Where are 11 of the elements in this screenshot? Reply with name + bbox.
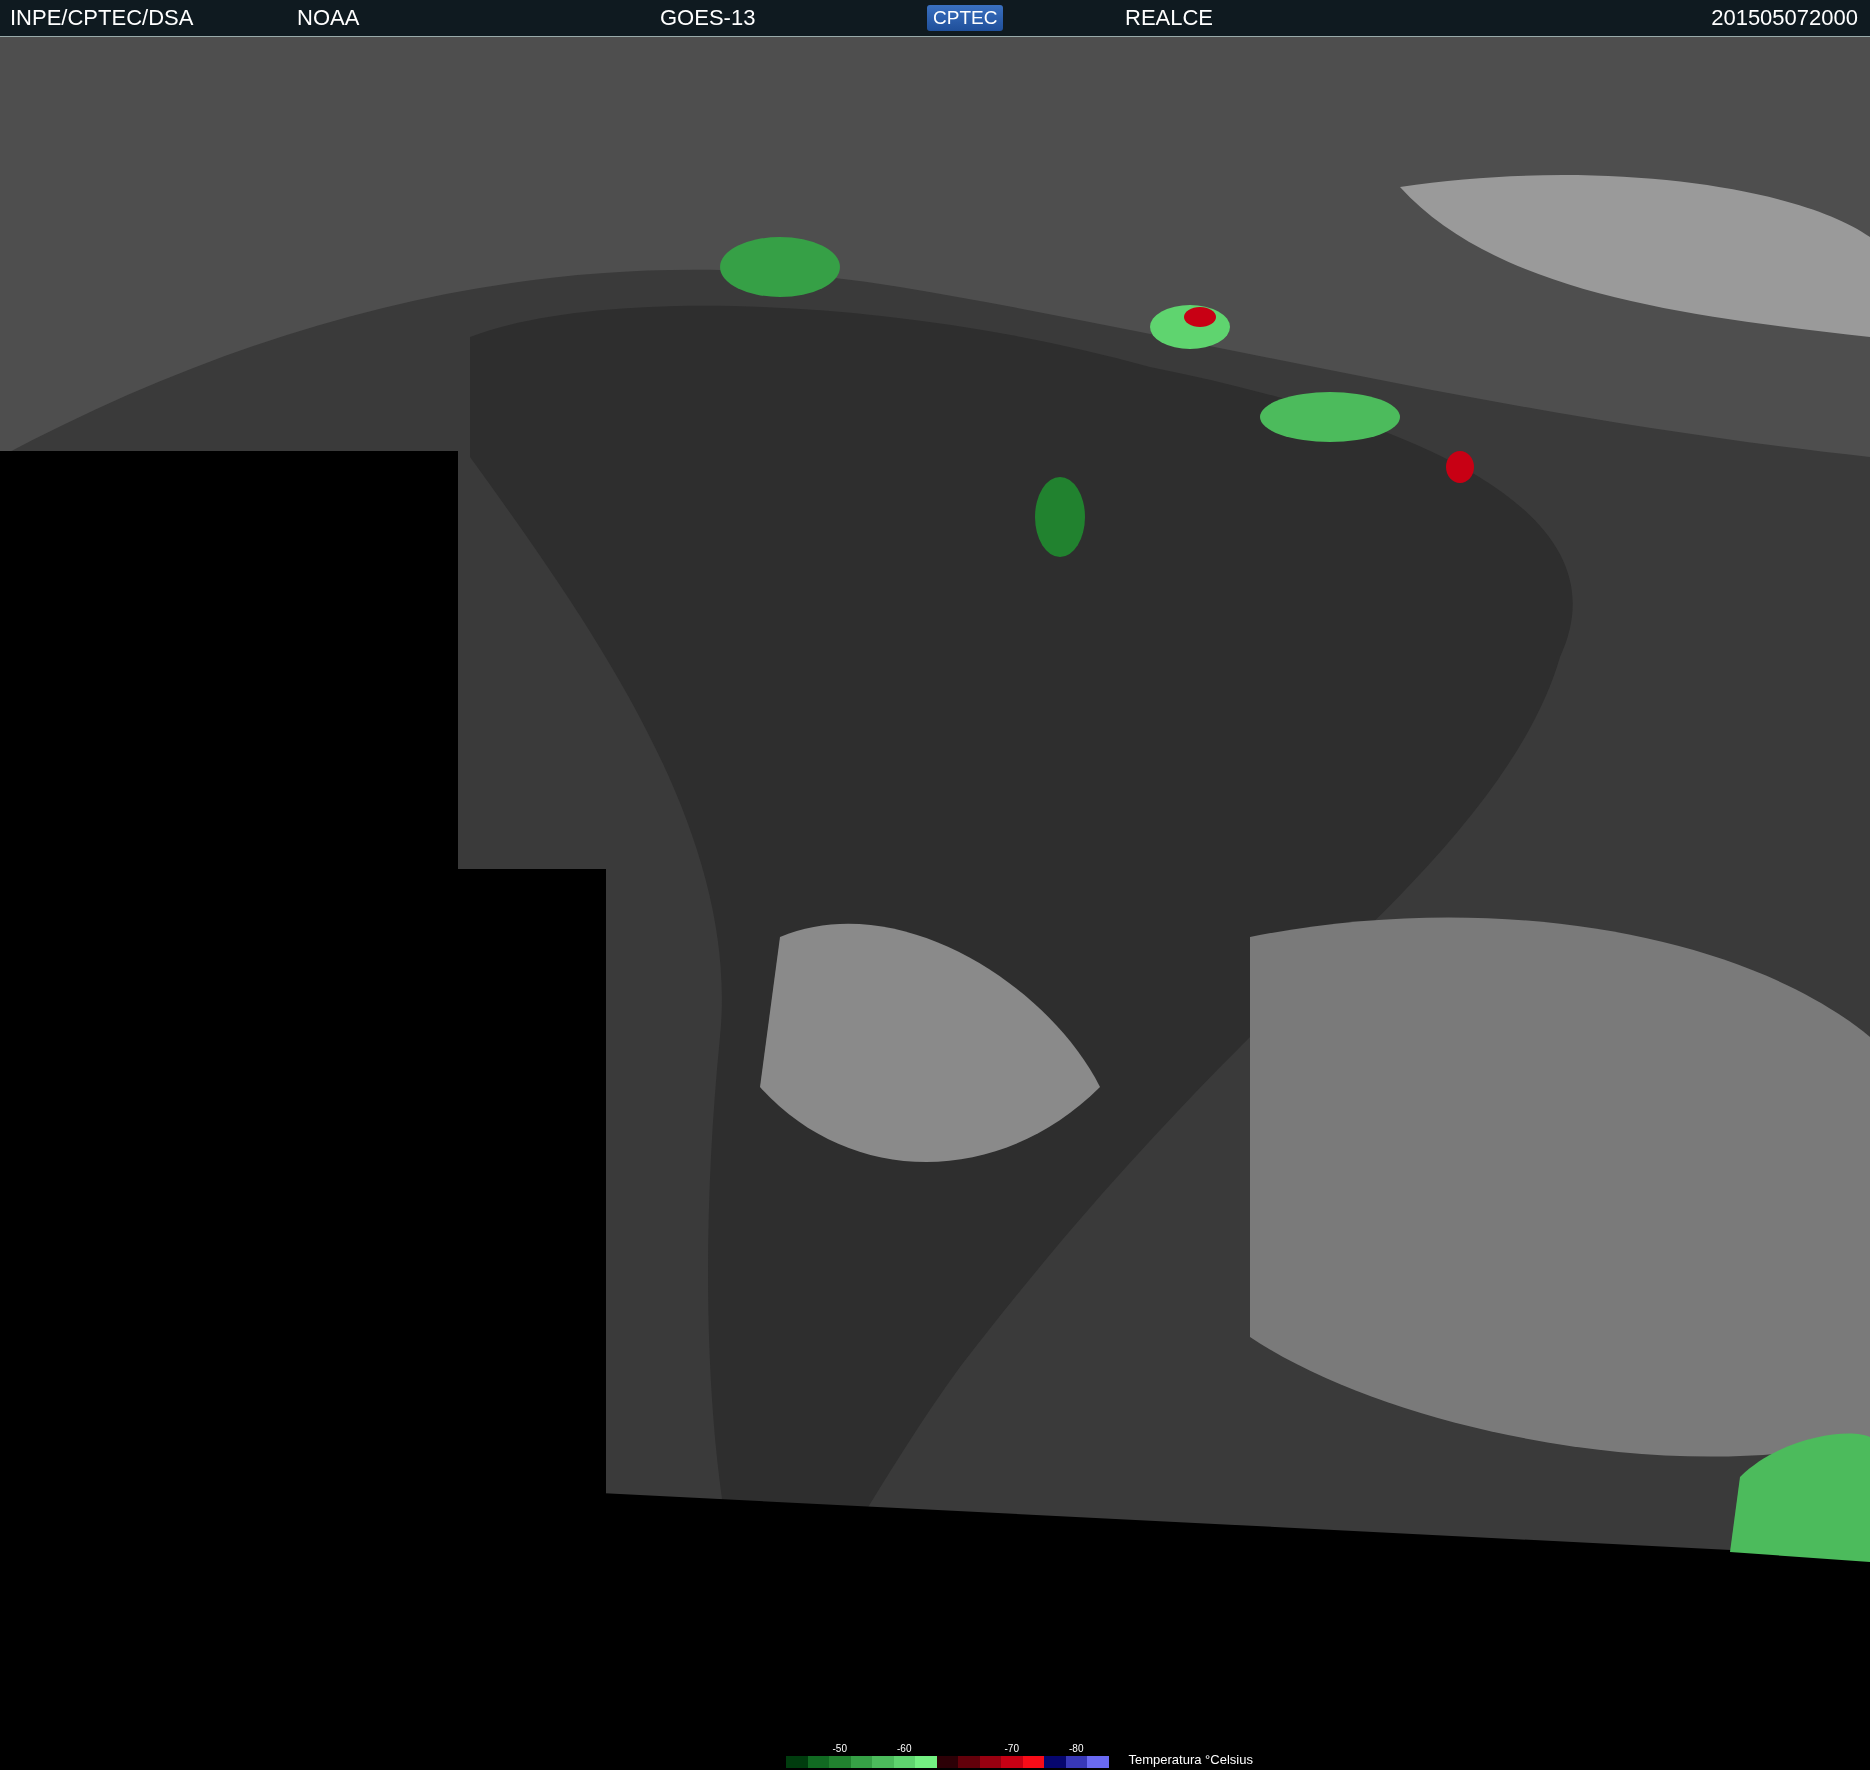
header-label: GOES-13 <box>660 5 757 31</box>
scale-label: -50 <box>832 1743 847 1754</box>
header-label: INPE/CPTEC/DSA <box>10 5 195 31</box>
legend-title: Temperatura °Celsius <box>1128 1752 1253 1768</box>
header-label: 201505072000 <box>1711 5 1858 31</box>
scale-label: -80 <box>1069 1743 1084 1754</box>
header-label: NOAA <box>297 5 361 31</box>
scale-label: -70 <box>1004 1743 1019 1754</box>
header-label: REALCE <box>1125 5 1215 31</box>
logo: CPTEC <box>927 5 1004 31</box>
scale-label: -60 <box>897 1743 912 1754</box>
